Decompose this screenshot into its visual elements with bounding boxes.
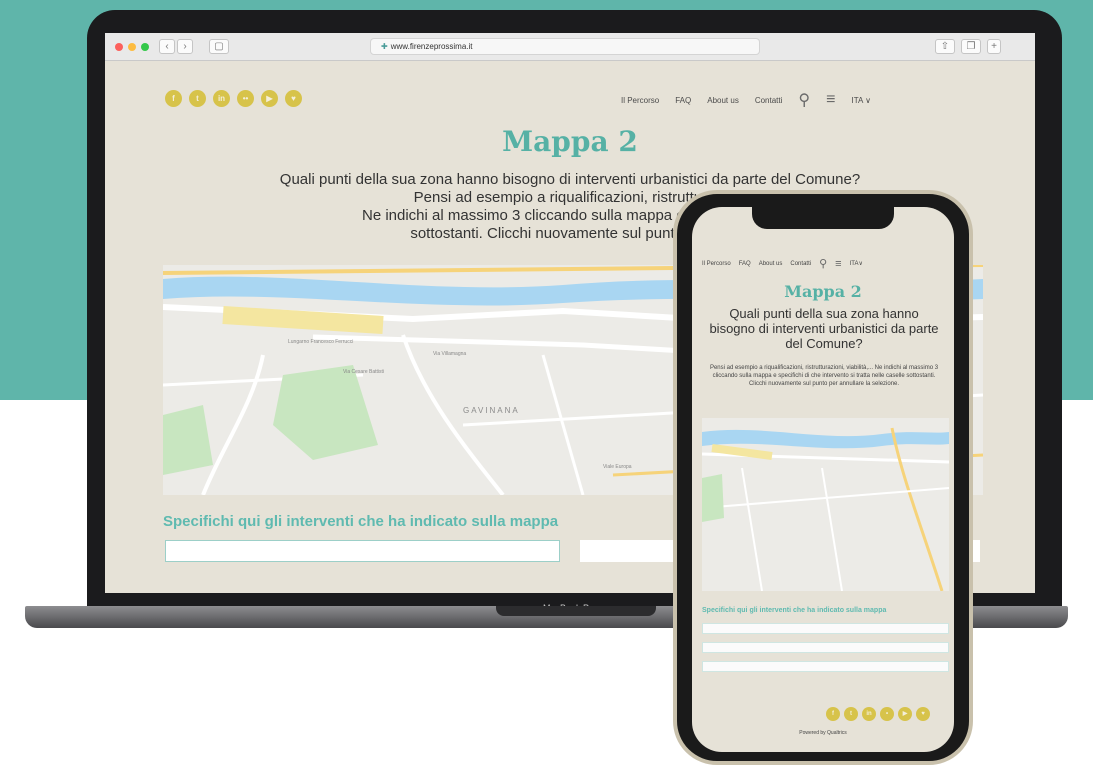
browser-toolbar: ‹ › ▢ ✚ www.firenzeprossima.it ⇧ ❐ + — [105, 33, 1035, 61]
intervention-input-2[interactable] — [702, 642, 949, 653]
linkedin-icon[interactable]: in — [213, 90, 230, 107]
language-selector[interactable]: ITA ∨ — [851, 96, 871, 105]
specify-label: Specifichi qui gli interventi che ha ind… — [702, 607, 887, 614]
new-tab-icon[interactable]: + — [987, 39, 1001, 54]
twitter-icon[interactable]: t — [844, 707, 858, 721]
map-street-label: Lungarno Francesco Ferrucci — [288, 339, 353, 345]
social-icons: f t in •• ▶ ♥ — [165, 90, 302, 107]
heart-icon[interactable]: ♥ — [916, 707, 930, 721]
phone-site-nav: Il Percorso FAQ About us Contatti ⚲ ≡ IT… — [702, 257, 947, 271]
map-street-label: Via Cesare Battisti — [343, 369, 384, 375]
forward-icon[interactable]: › — [177, 39, 193, 54]
site-favicon-icon: ✚ — [381, 42, 388, 51]
minimize-window-button[interactable] — [128, 43, 136, 51]
youtube-icon[interactable]: ▶ — [261, 90, 278, 107]
nav-about-us[interactable]: About us — [759, 261, 783, 267]
nav-contatti[interactable]: Contatti — [790, 261, 811, 267]
intervention-input-1[interactable] — [165, 540, 560, 562]
language-label: ITA — [851, 95, 863, 105]
instructions-text: Pensi ad esempio a riqualificazioni, ris… — [709, 365, 939, 387]
search-icon[interactable]: ⚲ — [819, 257, 827, 270]
phone-device: Il Percorso FAQ About us Contatti ⚲ ≡ IT… — [673, 190, 973, 765]
share-icon[interactable]: ⇧ — [935, 39, 955, 54]
laptop-hinge-notch — [496, 606, 656, 616]
chevron-down-icon: ∨ — [865, 95, 871, 105]
question-text: Quali punti della sua zona hanno bisogno… — [709, 306, 939, 351]
nav-faq[interactable]: FAQ — [675, 96, 691, 105]
tabs-icon[interactable]: ❐ — [961, 39, 981, 54]
heart-icon[interactable]: ♥ — [285, 90, 302, 107]
powered-by: Powered by Qualtrics — [799, 730, 847, 736]
nav-il-percorso[interactable]: Il Percorso — [621, 96, 659, 105]
page-title: Mappa 2 — [784, 282, 862, 301]
map-street-label: Via Villamagna — [433, 351, 466, 357]
maximize-window-button[interactable] — [141, 43, 149, 51]
youtube-icon[interactable]: ▶ — [898, 707, 912, 721]
menu-icon[interactable]: ≡ — [835, 258, 841, 270]
nav-il-percorso[interactable]: Il Percorso — [702, 261, 731, 267]
map-graphic — [702, 418, 949, 591]
chevron-down-icon: ∨ — [858, 261, 863, 267]
linkedin-icon[interactable]: in — [862, 707, 876, 721]
phone-notch — [752, 207, 894, 229]
nav-faq[interactable]: FAQ — [739, 261, 751, 267]
flickr-icon[interactable]: • — [880, 707, 894, 721]
nav-contatti[interactable]: Contatti — [755, 96, 783, 105]
sidebar-icon[interactable]: ▢ — [209, 39, 229, 54]
social-icons: f t in • ▶ ♥ — [826, 707, 930, 721]
url-text: www.firenzeprossima.it — [390, 42, 473, 51]
intro-line-1: Quali punti della sua zona hanno bisogno… — [279, 171, 861, 188]
page-title: Mappa 2 — [502, 125, 638, 158]
language-selector[interactable]: ITA∨ — [850, 260, 863, 267]
nav-about-us[interactable]: About us — [707, 96, 739, 105]
twitter-icon[interactable]: t — [189, 90, 206, 107]
menu-icon[interactable]: ≡ — [826, 91, 835, 109]
facebook-icon[interactable]: f — [826, 707, 840, 721]
map-street-label: Viale Europa — [603, 464, 632, 470]
facebook-icon[interactable]: f — [165, 90, 182, 107]
address-bar[interactable]: ✚ www.firenzeprossima.it — [370, 38, 760, 55]
flickr-icon[interactable]: •• — [237, 90, 254, 107]
close-window-button[interactable] — [115, 43, 123, 51]
phone-screen: Il Percorso FAQ About us Contatti ⚲ ≡ IT… — [692, 207, 954, 752]
back-icon[interactable]: ‹ — [159, 39, 175, 54]
search-icon[interactable]: ⚲ — [798, 90, 810, 110]
map-district-label: GAVINANA — [463, 406, 520, 415]
specify-label: Specifichi qui gli interventi che ha ind… — [163, 513, 559, 530]
site-nav: Il Percorso FAQ About us Contatti ⚲ ≡ IT… — [621, 90, 871, 110]
interactive-map[interactable] — [702, 418, 949, 591]
intervention-input-3[interactable] — [702, 661, 949, 672]
intervention-input-1[interactable] — [702, 623, 949, 634]
